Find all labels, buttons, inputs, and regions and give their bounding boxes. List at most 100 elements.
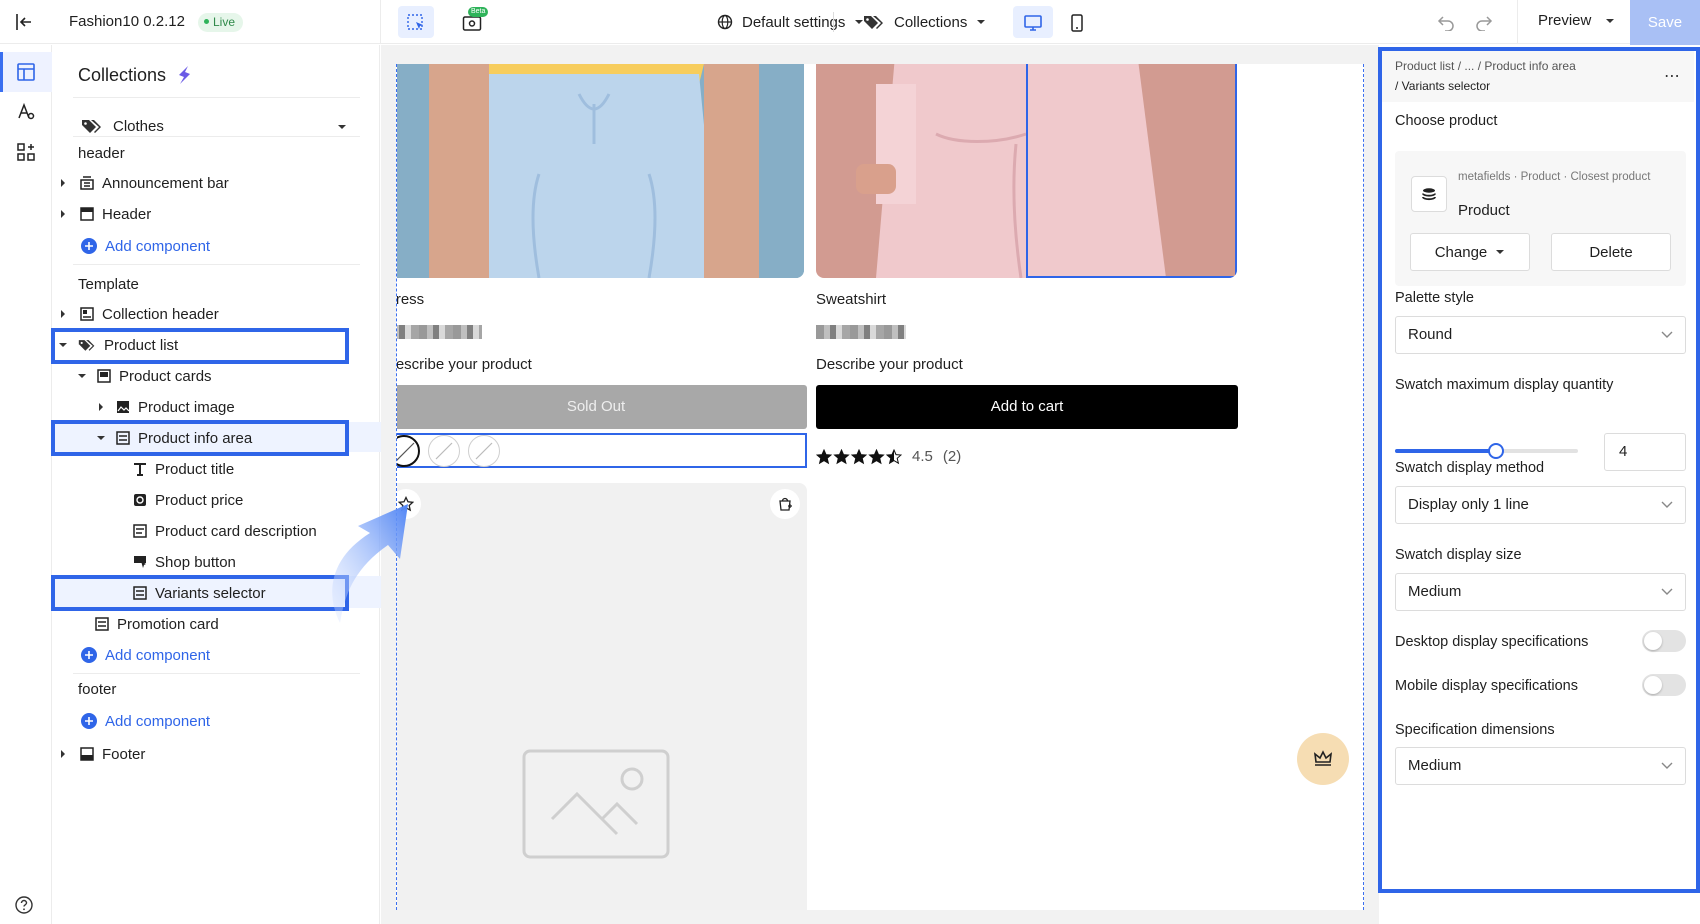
beta-tag: Beta	[468, 7, 489, 17]
footer-icon	[80, 747, 94, 761]
side-rail	[0, 45, 52, 924]
add-component-header-button[interactable]: Add component	[81, 233, 210, 259]
tags-icon	[82, 120, 101, 133]
tags-icon	[78, 340, 95, 351]
more-options-icon[interactable]: ⋯	[1664, 66, 1681, 86]
divider	[73, 264, 360, 265]
choose-product-label: Choose product	[1395, 113, 1498, 129]
swatch-max-slider[interactable]	[1395, 443, 1578, 459]
rating-stars-icon	[816, 448, 902, 464]
rail-theme-button[interactable]	[0, 92, 52, 132]
breadcrumb[interactable]: Product list / ... / Product info area	[1395, 59, 1576, 73]
redo-icon[interactable]	[1475, 13, 1493, 31]
help-icon[interactable]	[14, 895, 34, 915]
swatch-size-label: Swatch display size	[1395, 547, 1522, 563]
tree-item-label: Announcement bar	[102, 174, 229, 192]
desktop-view-button[interactable]	[1013, 6, 1053, 38]
delete-button[interactable]: Delete	[1551, 233, 1671, 271]
swatch-size-select[interactable]: Medium	[1395, 573, 1686, 611]
rail-layout-button[interactable]	[0, 52, 52, 92]
product-title[interactable]: Sweatshirt	[816, 291, 886, 308]
chevron-down-icon	[1661, 501, 1673, 508]
mobile-spec-toggle[interactable]	[1642, 674, 1686, 696]
product-card-placeholder[interactable]	[397, 483, 807, 910]
product-image-sweatshirt[interactable]	[816, 64, 1237, 278]
product-title[interactable]: Dress	[397, 291, 424, 308]
rail-apps-button[interactable]	[0, 132, 52, 172]
status-badge: Live	[198, 13, 244, 32]
desktop-spec-toggle[interactable]	[1642, 630, 1686, 652]
rating-count: (2)	[942, 448, 962, 465]
tree-item-header[interactable]: Header	[53, 200, 380, 228]
caret-down-icon	[1496, 250, 1505, 254]
product-image-dress[interactable]	[397, 64, 804, 278]
sold-out-button[interactable]: Sold Out	[397, 385, 807, 429]
rating-star	[816, 448, 833, 464]
template-dropdown[interactable]: Collections	[863, 11, 986, 33]
swatch-max-input[interactable]: 4	[1604, 433, 1686, 471]
undo-icon[interactable]	[1437, 13, 1455, 31]
tags-icon	[864, 16, 883, 29]
product-description: Describe your product	[396, 356, 532, 373]
divider	[73, 97, 360, 98]
slider-thumb[interactable]	[1487, 443, 1504, 459]
section-label-header: header	[78, 145, 125, 162]
swatch-method-label: Swatch display method	[1395, 460, 1545, 476]
palette-style-label: Palette style	[1395, 290, 1474, 306]
tree-item-announcement-bar[interactable]: Announcement bar	[53, 169, 380, 197]
image-placeholder-icon	[522, 749, 670, 859]
exit-icon[interactable]	[14, 12, 34, 32]
tree-item-product-title[interactable]: Product title	[53, 455, 380, 483]
select-tool-button[interactable]	[398, 6, 434, 38]
settings-dropdown[interactable]: Default settings	[717, 11, 864, 33]
storefront-preview: Dress Describe your product Sold Out Swe…	[396, 64, 1364, 910]
add-to-cart-button[interactable]: Add to cart	[816, 385, 1238, 429]
caret-right-icon	[61, 310, 65, 318]
tree-item-product-image[interactable]: Product image	[53, 393, 380, 421]
divider	[380, 0, 381, 44]
spec-dimensions-select[interactable]: Medium	[1395, 747, 1686, 785]
divider	[73, 136, 360, 137]
settings-dropdown-label: Default settings	[742, 13, 846, 31]
variant-swatch[interactable]	[468, 435, 500, 467]
product-source-card: metafields · Product · Closest product P…	[1395, 151, 1686, 286]
variant-swatch[interactable]	[428, 435, 460, 467]
chevron-down-icon	[1661, 331, 1673, 338]
add-component-template-button[interactable]: Add component	[81, 642, 210, 668]
source-name: Product	[1458, 202, 1510, 219]
preview-button[interactable]: Preview	[1538, 12, 1615, 29]
text-t-icon	[134, 463, 146, 476]
tree-item-product-cards[interactable]: Product cards	[53, 362, 380, 390]
change-button[interactable]: Change	[1410, 233, 1530, 271]
upgrade-crown-button[interactable]	[1297, 733, 1349, 785]
rating-value: 4.5	[912, 448, 933, 465]
tree-item-product-info-area[interactable]: Product info area	[53, 424, 380, 452]
tree-item-collection-header[interactable]: Collection header	[53, 300, 380, 328]
section-label-template: Template	[78, 276, 139, 293]
top-bar: Fashion10 0.2.12 Live Beta Default setti…	[0, 0, 1700, 46]
toggle-knob	[1644, 632, 1662, 650]
panel-title: Collections	[78, 64, 196, 86]
add-component-label: Add component	[105, 237, 211, 255]
variants-selector-preview[interactable]	[397, 433, 807, 468]
quick-add-button[interactable]	[770, 489, 800, 519]
tree-item-product-list[interactable]: Product list	[53, 331, 380, 359]
mobile-spec-label: Mobile display specifications	[1395, 678, 1578, 694]
add-component-label: Add component	[105, 712, 211, 730]
product-price-blurred	[816, 325, 906, 339]
template-dropdown-label: Collections	[894, 13, 968, 31]
save-button[interactable]: Save	[1630, 0, 1700, 46]
variant-swatch[interactable]	[397, 435, 420, 467]
swatch-method-select[interactable]: Display only 1 line	[1395, 486, 1686, 524]
mobile-view-button[interactable]	[1057, 6, 1097, 38]
divider	[1517, 0, 1518, 44]
tree-item-footer[interactable]: Footer	[53, 740, 380, 768]
add-component-footer-button[interactable]: Add component	[81, 708, 210, 734]
palette-style-select[interactable]: Round	[1395, 316, 1686, 354]
card-icon	[97, 369, 111, 383]
image-icon	[117, 401, 130, 413]
source-path: metafields · Product · Closest product	[1458, 171, 1651, 183]
preview-beta-button[interactable]: Beta	[454, 6, 490, 38]
slider-fill	[1395, 449, 1496, 453]
caret-right-icon	[61, 210, 65, 218]
